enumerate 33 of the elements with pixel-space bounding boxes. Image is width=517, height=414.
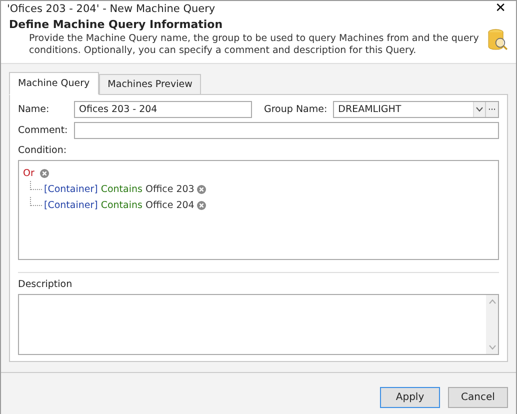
group-dropdown[interactable]: DREAMLIGHT ··· <box>333 101 499 118</box>
field-label: Name: <box>18 104 50 115</box>
operator-text[interactable]: Or <box>23 168 34 178</box>
remove-icon[interactable] <box>197 184 206 194</box>
field-text[interactable]: [Container] <box>44 200 98 210</box>
name-field[interactable]: Ofices 203 - 204 <box>74 101 252 118</box>
field-label: Description <box>18 279 74 290</box>
chevron-down-icon <box>476 107 483 112</box>
condition-value[interactable]: Office 204 <box>145 200 194 210</box>
condition-tree[interactable]: Or [Container] Contains Office 203 [Container] Contains Office 204 <box>18 160 499 260</box>
remove-icon[interactable] <box>197 200 206 210</box>
condition-value[interactable]: Office 203 <box>145 184 194 194</box>
comment-field[interactable] <box>74 122 499 139</box>
window-title: 'Ofices 203 - 204' - New Machine Query <box>7 2 216 14</box>
browse-button[interactable]: ··· <box>485 102 498 117</box>
header-description: Provide the Machine Query name, the group to be used to query Machines from and the query conditions. Optionally, you can specify a comment and description for this Query. <box>28 33 480 57</box>
tab[interactable]: Machines Preview <box>98 74 202 95</box>
close-button[interactable]: ✕ <box>491 1 510 16</box>
header-title: Define Machine Query Information <box>9 18 224 31</box>
dialog-button[interactable]: Apply <box>380 387 440 408</box>
tab[interactable]: Machine Query <box>9 72 99 95</box>
remove-icon[interactable] <box>40 168 50 178</box>
chevron-down-icon[interactable] <box>488 345 496 350</box>
field-label: Condition: <box>18 145 68 156</box>
dropdown-button[interactable] <box>473 102 485 117</box>
dialog-button[interactable]: Cancel <box>448 387 508 408</box>
field-label: Comment: <box>18 125 68 136</box>
chevron-up-icon[interactable] <box>488 299 496 304</box>
condition-operator[interactable]: Contains <box>100 200 142 210</box>
field-text[interactable]: [Container] <box>44 184 98 194</box>
field-label: Group Name: <box>264 104 328 115</box>
condition-operator[interactable]: Contains <box>100 184 142 194</box>
description-field[interactable] <box>18 294 499 355</box>
